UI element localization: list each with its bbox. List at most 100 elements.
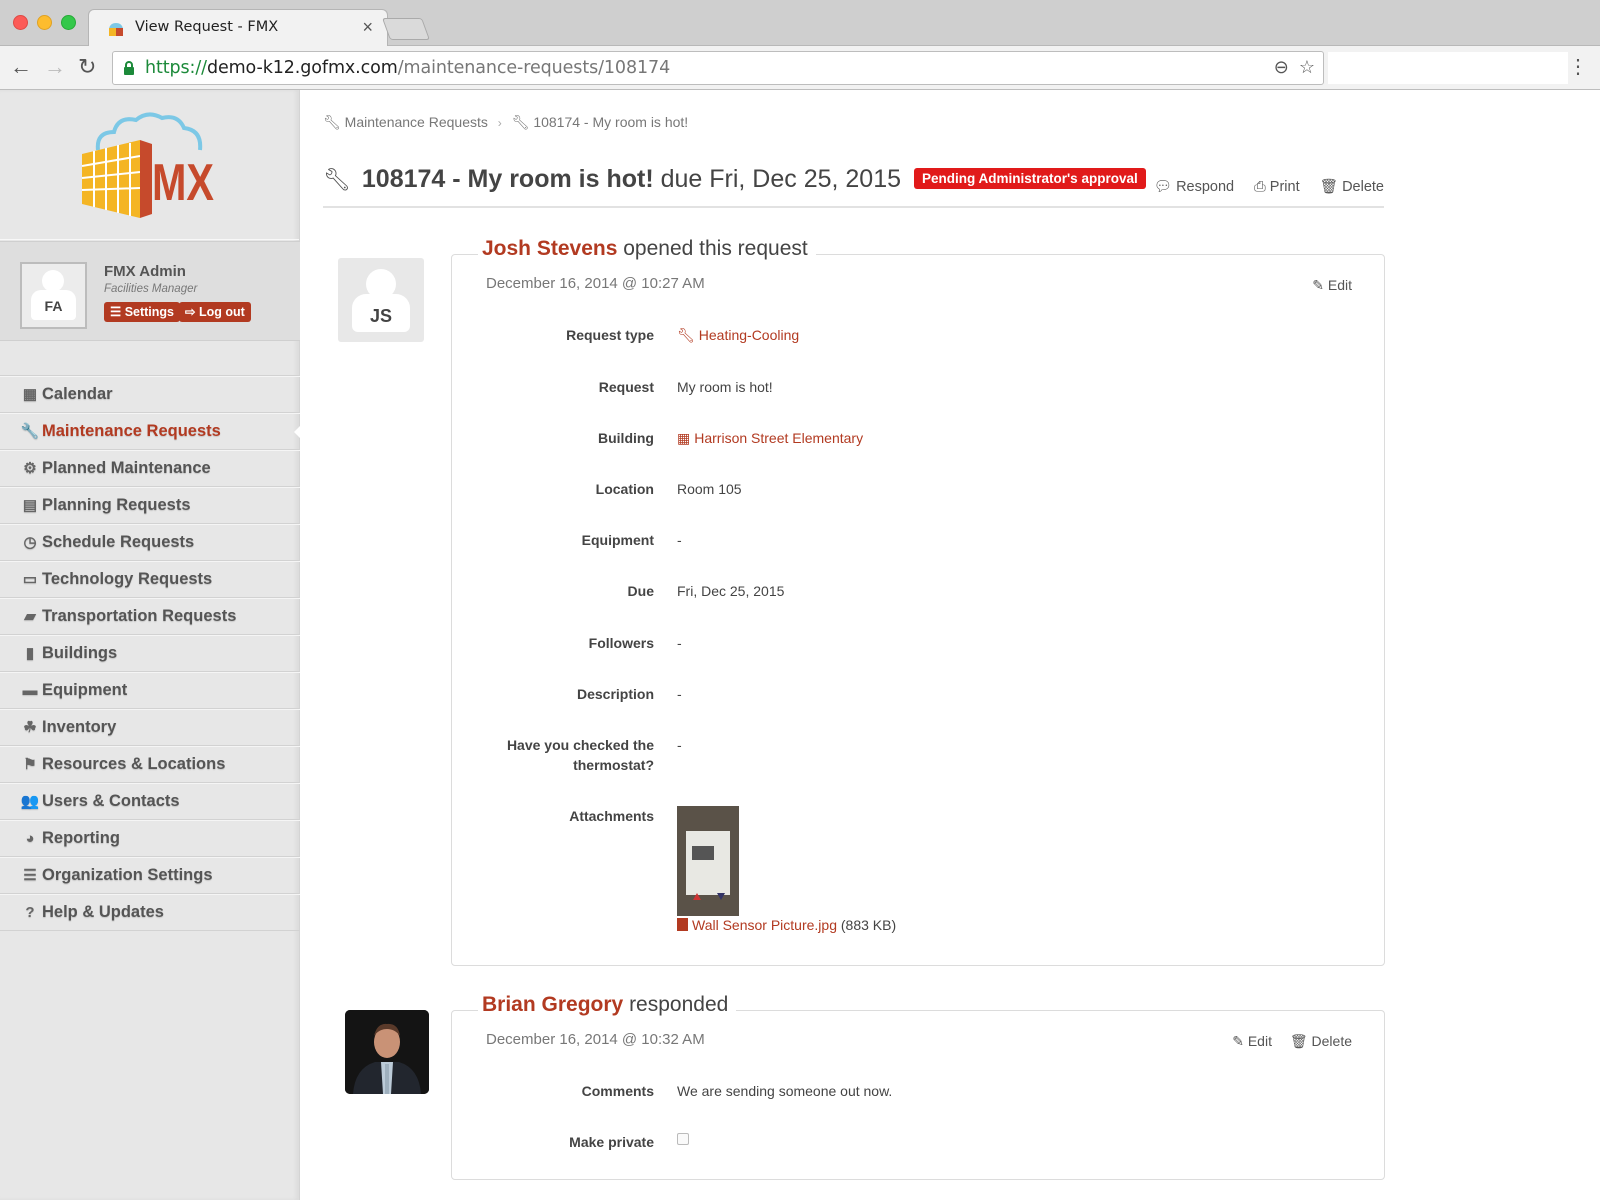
sidebar-item-label: Planned Maintenance (42, 459, 211, 477)
sign-out-icon: ⇨ (185, 305, 199, 319)
request-type-link[interactable]: 🔧︎ Heating-Cooling (677, 325, 799, 345)
breadcrumb-item-current[interactable]: 🔧︎ 108174 - My room is hot! (512, 114, 689, 130)
attachment-size: (883 KB) (840, 917, 897, 933)
entry-date: December 16, 2014 @ 10:32 AM (486, 1031, 705, 1048)
sidebar-item-users-contacts[interactable]: 👥 Users & Contacts (0, 783, 300, 820)
flag-icon: ⚑ (23, 756, 37, 773)
delete-response-button[interactable]: 🗑︎ Delete (1290, 1033, 1352, 1049)
wrench-icon: 🔧︎ (323, 167, 351, 192)
browser-tab-active[interactable]: View Request - FMX × (88, 9, 388, 47)
fmx-favicon-icon (109, 23, 123, 36)
extension-area (1328, 52, 1568, 84)
logout-button[interactable]: ⇨ Log out (179, 302, 251, 322)
zoom-out-icon[interactable]: ⊖ (1274, 57, 1289, 77)
lock-icon (124, 61, 134, 75)
window-close-button[interactable] (13, 15, 28, 30)
author-avatar[interactable]: JS (338, 258, 424, 342)
entry-heading: Brian Gregory responded (478, 993, 737, 1017)
tab-close-icon[interactable]: × (362, 17, 373, 38)
sidebar-item-label: Reporting (42, 829, 120, 847)
sidebar-item-organization-settings[interactable]: ☰ Organization Settings (0, 857, 300, 894)
sidebar-item-planning-requests[interactable]: ▤ Planning Requests (0, 487, 300, 524)
user-name: FMX Admin (104, 263, 186, 280)
edit-entry-button[interactable]: ✎ Edit (1312, 277, 1352, 293)
respond-button[interactable]: 💬︎ Respond (1154, 179, 1234, 195)
author-link[interactable]: Brian Gregory (482, 993, 623, 1016)
building-link[interactable]: ▦ Harrison Street Elementary (677, 428, 863, 448)
sliders-icon: ☰ (110, 305, 125, 319)
briefcase-icon: ▬ (22, 682, 38, 699)
question-circle-icon: ? (25, 904, 35, 921)
user-avatar[interactable]: FA (20, 262, 87, 329)
breadcrumb-item-maintenance-requests[interactable]: 🔧︎ Maintenance Requests (323, 114, 488, 130)
sidebar-item-maintenance-requests[interactable]: 🔧 Maintenance Requests (0, 413, 301, 450)
sidebar-item-resources-locations[interactable]: ⚑ Resources & Locations (0, 746, 300, 783)
back-arrow-icon[interactable]: ← (10, 54, 32, 80)
sidebar-item-equipment[interactable]: ▬ Equipment (0, 672, 300, 709)
browser-menu-icon[interactable]: ⋮ (1568, 54, 1588, 79)
attachment-thumbnail[interactable] (677, 806, 739, 916)
attachment-link[interactable]: Wall Sensor Picture.jpg (692, 917, 837, 933)
window-maximize-button[interactable] (61, 15, 76, 30)
edit-icon: ✎ (1232, 1033, 1248, 1049)
sidebar-item-buildings[interactable]: ▮ Buildings (0, 635, 300, 672)
comment-icon: 💬︎ (1153, 179, 1177, 195)
browser-toolbar: ← → ↻ https://demo-k12.gofmx.com/mainten… (0, 46, 1600, 90)
author-link[interactable]: Josh Stevens (482, 237, 617, 260)
address-bar[interactable]: https://demo-k12.gofmx.com/maintenance-r… (112, 51, 1324, 85)
sidebar-item-help-updates[interactable]: ? Help & Updates (0, 894, 300, 931)
sidebar-item-label: Maintenance Requests (42, 422, 221, 440)
sidebar-item-label: Resources & Locations (42, 755, 226, 773)
fmx-logo[interactable]: MX (78, 110, 218, 220)
user-panel: FA FMX Admin Facilities Manager ☰ Settin… (0, 241, 300, 341)
new-tab-button[interactable] (381, 18, 431, 40)
bookmark-star-icon[interactable]: ☆ (1299, 57, 1315, 77)
sidebar-item-reporting[interactable]: ◕ Reporting (0, 820, 300, 857)
breadcrumb: 🔧︎ Maintenance Requests › 🔧︎ 108174 - My… (323, 114, 688, 131)
settings-button[interactable]: ☰ Settings (104, 302, 180, 322)
wrench-icon: 🔧︎ (677, 327, 695, 343)
delete-request-button[interactable]: 🗑︎ Delete (1320, 179, 1384, 195)
sidebar-item-label: Planning Requests (42, 496, 191, 514)
sidebar-item-schedule-requests[interactable]: ◷ Schedule Requests (0, 524, 300, 561)
title-divider (323, 206, 1384, 208)
sidebar: MX FA FMX Admin Facilities Manager ☰ Set… (0, 90, 301, 1200)
responder-photo[interactable] (345, 1010, 429, 1094)
reload-icon[interactable]: ↻ (78, 54, 96, 80)
laptop-icon: ▭ (22, 571, 38, 588)
browser-tab-strip: View Request - FMX × (0, 0, 1600, 47)
building-icon: ▮ (25, 645, 35, 662)
print-button[interactable]: ⎙ Print (1254, 179, 1299, 195)
pie-chart-icon: ◕ (25, 830, 35, 847)
wrench-icon: 🔧︎ (511, 114, 534, 130)
sliders-icon: ☰ (23, 867, 37, 884)
sidebar-item-inventory[interactable]: ☘ Inventory (0, 709, 300, 746)
user-role: Facilities Manager (104, 283, 198, 295)
sidebar-item-calendar[interactable]: ▦ Calendar (0, 376, 300, 413)
entry-actions: ✎ Edit (1298, 277, 1352, 294)
breadcrumb-separator: › (497, 116, 502, 130)
sidebar-item-label: Users & Contacts (42, 792, 180, 810)
make-private-checkbox[interactable] (677, 1133, 689, 1145)
forward-arrow-icon[interactable]: → (44, 54, 66, 80)
trash-icon: 🗑︎ (1289, 1033, 1312, 1049)
request-title: 108174 - My room is hot! (361, 165, 654, 193)
sidebar-item-transportation-requests[interactable]: ▰ Transportation Requests (0, 598, 300, 635)
trash-icon: 🗑︎ (1319, 179, 1343, 195)
edit-response-button[interactable]: ✎ Edit (1232, 1033, 1272, 1049)
sidebar-nav: ▦ Calendar 🔧 Maintenance Requests ⚙ Planned M… (0, 375, 301, 931)
status-badge: Pending Administrator's approval (913, 168, 1146, 189)
edit-icon: ✎ (1312, 277, 1328, 293)
sidebar-item-label: Transportation Requests (42, 607, 237, 625)
sidebar-item-label: Calendar (42, 385, 113, 403)
window-minimize-button[interactable] (37, 15, 52, 30)
request-due: due Fri, Dec 25, 2015 (660, 165, 902, 193)
url-text[interactable]: https://demo-k12.gofmx.com/maintenance-r… (145, 58, 670, 78)
sidebar-item-label: Buildings (42, 644, 118, 662)
sidebar-item-planned-maintenance[interactable]: ⚙ Planned Maintenance (0, 450, 300, 487)
sidebar-item-technology-requests[interactable]: ▭ Technology Requests (0, 561, 300, 598)
wrench-icon: 🔧︎ (323, 114, 345, 130)
file-icon (677, 918, 688, 931)
attachment-file: Wall Sensor Picture.jpg (883 KB) (677, 917, 896, 933)
request-entry-card: Josh Stevens opened this request Decembe… (451, 237, 1385, 966)
